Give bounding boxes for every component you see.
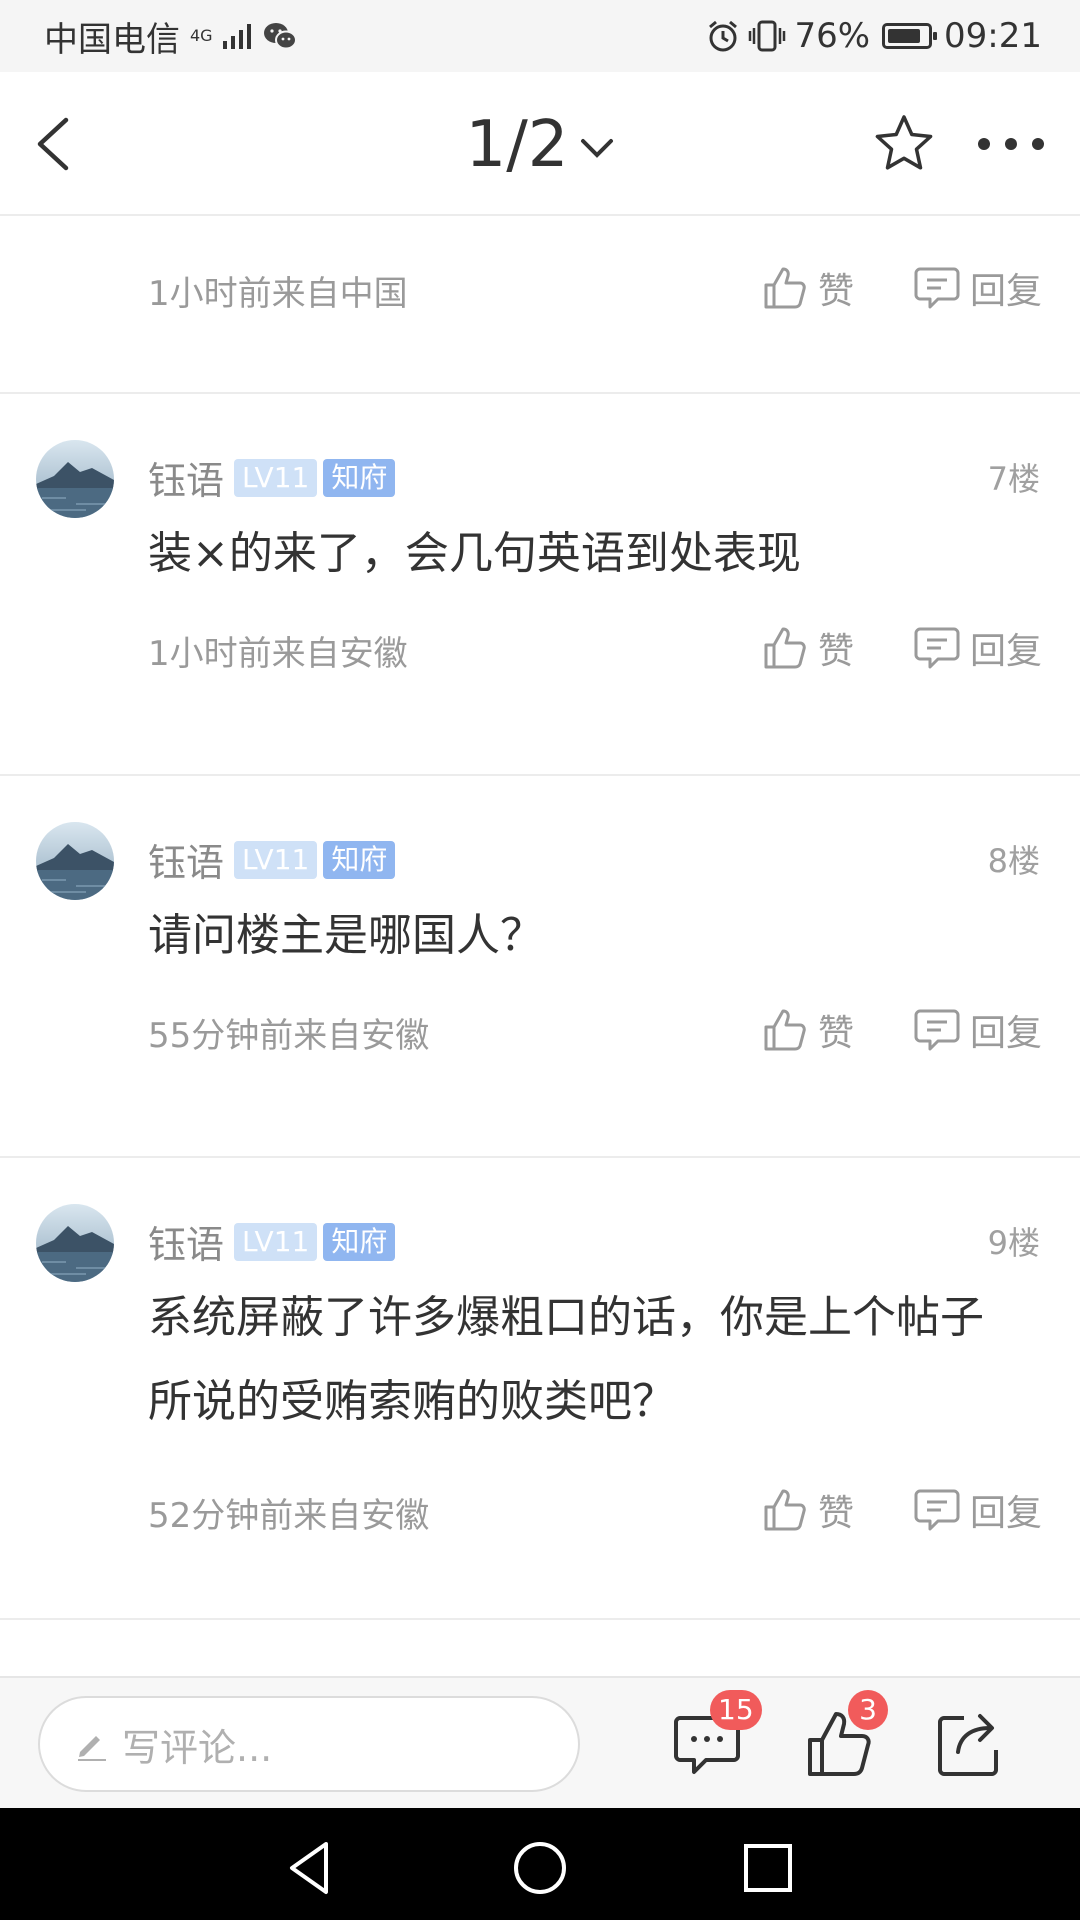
- battery-icon: [882, 23, 938, 49]
- top-nav-bar: 1/2: [0, 72, 1080, 216]
- recents-square-icon[interactable]: [738, 1838, 798, 1898]
- avatar-image: [36, 440, 114, 518]
- comment-item: 钰语 LV11 知府 9楼 系统屏蔽了许多爆粗口的话，你是上个帖子所说的受贿索贿…: [0, 1158, 1080, 1620]
- reply-label: 回复: [969, 1013, 1042, 1054]
- share-icon: [938, 1714, 998, 1776]
- thumb-up-icon: [764, 1009, 806, 1051]
- share-button[interactable]: [934, 1708, 1006, 1780]
- comments-button[interactable]: 15: [672, 1690, 762, 1780]
- clock: 09:21: [944, 16, 1042, 56]
- like-label: 赞: [817, 1493, 854, 1534]
- back-triangle-icon[interactable]: [280, 1838, 340, 1898]
- comment-actions: 赞 回复: [762, 1484, 1042, 1536]
- comment-actions: 赞 回复: [762, 1004, 1042, 1056]
- floor-number: 7楼: [987, 460, 1040, 498]
- carrier-name: 中国电信: [44, 19, 180, 60]
- level-badge: LV11: [234, 458, 318, 497]
- comment-meta: 52分钟前来自安徽: [148, 1496, 430, 1536]
- level-badge: LV11: [234, 1222, 318, 1261]
- comment-count-badge: 15: [710, 1690, 762, 1730]
- page-indicator: 1/2: [465, 108, 569, 182]
- status-left: 中国电信 4G: [0, 12, 297, 61]
- battery-percent: 76%: [794, 16, 871, 56]
- comment-bubble-icon: [914, 267, 960, 309]
- avatar[interactable]: [36, 440, 114, 518]
- user-line: 钰语 LV11 知府: [148, 832, 396, 887]
- vibrate-icon: [749, 20, 786, 52]
- like-label: 赞: [817, 631, 854, 672]
- floor-number: 8楼: [987, 842, 1040, 880]
- comment-item: 钰语 LV11 知府 7楼 装×的来了，会几句英语到处表现 1小时前来自安徽 赞…: [0, 394, 1080, 776]
- avatar[interactable]: [36, 822, 114, 900]
- signal-icon: [222, 24, 251, 49]
- reply-label: 回复: [969, 631, 1042, 672]
- like-button[interactable]: 赞: [762, 1004, 854, 1056]
- like-button[interactable]: 赞: [762, 1484, 854, 1536]
- like-count-badge: 3: [848, 1690, 888, 1730]
- comment-bubble-icon: [914, 1009, 960, 1051]
- status-right: 76% 09:21: [706, 16, 1080, 56]
- pencil-icon: [78, 1736, 106, 1761]
- avatar-image: [36, 1204, 114, 1282]
- rank-badge: 知府: [323, 458, 396, 497]
- avatar[interactable]: [36, 1204, 114, 1282]
- comment-item: 钰语 LV11 知府 8楼 请问楼主是哪国人？ 55分钟前来自安徽 赞 回复: [0, 776, 1080, 1158]
- username[interactable]: 钰语: [148, 832, 224, 887]
- like-post-button[interactable]: 3: [804, 1690, 888, 1780]
- like-label: 赞: [817, 1013, 854, 1054]
- like-button[interactable]: 赞: [762, 262, 854, 314]
- like-button[interactable]: 赞: [762, 622, 854, 674]
- comment-text: 系统屏蔽了许多爆粗口的话，你是上个帖子所说的受贿索贿的败类吧？: [148, 1292, 984, 1427]
- alarm-icon: [709, 20, 738, 52]
- comment-actions: 赞 回复: [762, 622, 1042, 674]
- status-bar: 中国电信 4G 76% 09:21: [0, 0, 1080, 72]
- thumb-up-icon: [764, 627, 806, 669]
- level-badge: LV11: [234, 840, 318, 879]
- comment-text: 请问楼主是哪国人？: [148, 910, 544, 961]
- user-line: 钰语 LV11 知府: [148, 1214, 396, 1269]
- wechat-icon: [263, 23, 297, 50]
- user-line: 钰语 LV11 知府: [148, 450, 396, 505]
- comment-actions: 赞 回复: [762, 262, 1042, 314]
- bottom-action-bar: 写评论... 15 3: [0, 1676, 1080, 1808]
- network-type: 4G: [190, 26, 213, 45]
- more-dots-icon[interactable]: [976, 128, 1046, 160]
- thumb-up-icon: [764, 1489, 806, 1531]
- reply-button[interactable]: 回复: [914, 622, 1042, 674]
- username[interactable]: 钰语: [148, 450, 224, 505]
- comment-meta: 1小时前来自中国: [148, 274, 408, 314]
- reply-button[interactable]: 回复: [914, 1484, 1042, 1536]
- home-circle-icon[interactable]: [510, 1838, 570, 1898]
- floor-number: 9楼: [987, 1224, 1040, 1262]
- thumb-up-icon: [764, 267, 806, 309]
- reply-button[interactable]: 回复: [914, 262, 1042, 314]
- comment-meta: 1小时前来自安徽: [148, 634, 408, 674]
- star-icon[interactable]: [872, 112, 936, 176]
- comment-text: 装×的来了，会几句英语到处表现: [148, 528, 801, 579]
- reply-label: 回复: [969, 271, 1042, 312]
- chevron-down-icon: [580, 139, 613, 159]
- reply-button[interactable]: 回复: [914, 1004, 1042, 1056]
- comment-input-placeholder: 写评论...: [122, 1725, 273, 1770]
- comment-input[interactable]: 写评论...: [38, 1696, 580, 1792]
- avatar-image: [36, 822, 114, 900]
- rank-badge: 知府: [323, 1222, 396, 1261]
- rank-badge: 知府: [323, 840, 396, 879]
- comment-bubble-icon: [914, 627, 960, 669]
- comment-meta: 55分钟前来自安徽: [148, 1016, 430, 1056]
- reply-label: 回复: [969, 1493, 1042, 1534]
- like-label: 赞: [817, 271, 854, 312]
- username[interactable]: 钰语: [148, 1214, 224, 1269]
- system-nav-bar: [0, 1808, 1080, 1920]
- comment-bubble-icon: [914, 1489, 960, 1531]
- comment-item: 1小时前来自中国 赞 回复: [0, 216, 1080, 394]
